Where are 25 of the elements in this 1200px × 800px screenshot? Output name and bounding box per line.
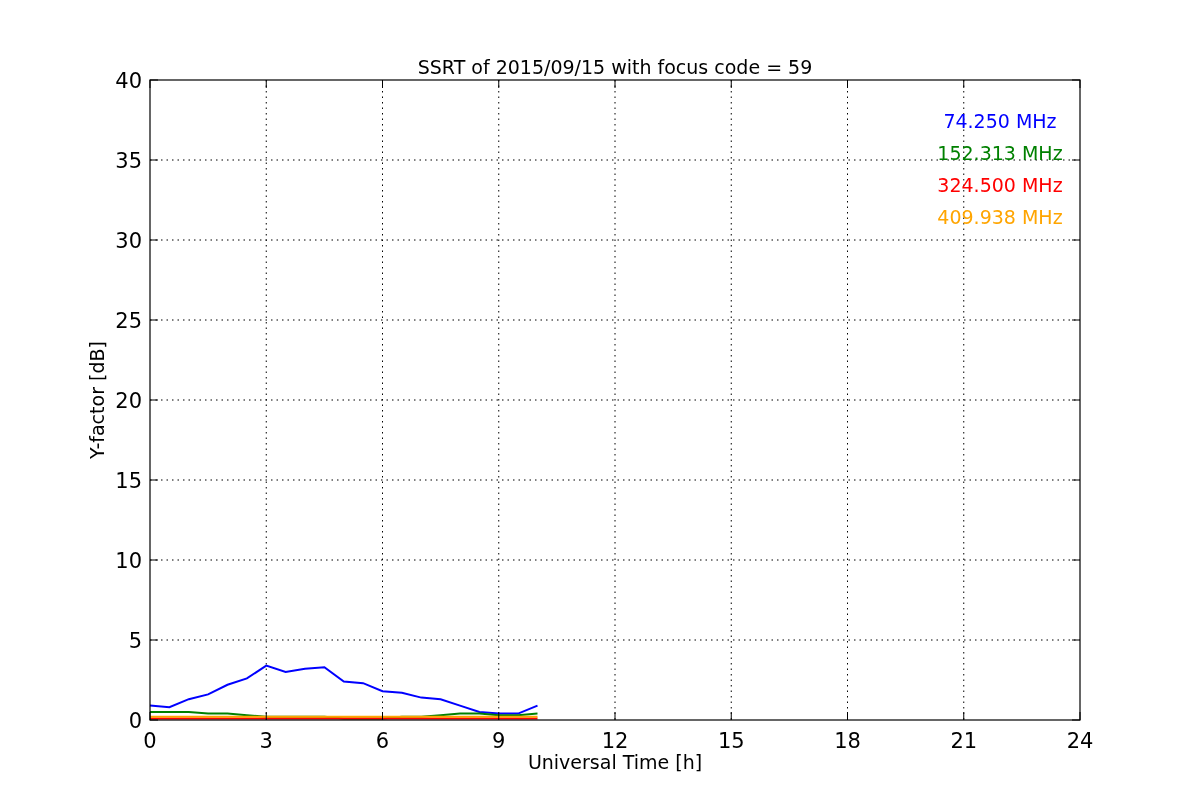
tick-label: 3	[259, 729, 273, 753]
tick-label: 6	[375, 729, 390, 753]
chart-title: SSRT of 2015/09/15 with focus code = 59	[417, 56, 813, 78]
tick-label: 24	[1066, 729, 1094, 753]
tick-label: 12	[601, 729, 629, 753]
tick-label: 35	[115, 149, 142, 173]
tick-label: 10	[115, 549, 142, 573]
tick-label: 0	[143, 729, 157, 753]
legend-label: 409.938 MHz	[937, 206, 1063, 228]
tick-label: 15	[115, 469, 142, 493]
tick-label: 9	[492, 729, 506, 753]
tick-label: 15	[717, 729, 745, 753]
y-axis-label: Y-factor [dB]	[86, 341, 108, 459]
tick-label: 25	[115, 309, 142, 333]
tick-label: 5	[128, 629, 142, 653]
tick-label: 20	[115, 389, 142, 413]
tick-label: 21	[950, 729, 978, 753]
tick-label: 40	[115, 69, 142, 93]
legend-label: 324.500 MHz	[937, 174, 1063, 196]
tick-label: 0	[128, 709, 142, 733]
legend-label: 152.313 MHz	[937, 142, 1063, 164]
tick-label: 30	[115, 229, 142, 253]
x-axis-label: Universal Time [h]	[527, 751, 703, 773]
legend-label: 74.250 MHz	[943, 110, 1057, 132]
tick-label: 18	[834, 729, 861, 753]
